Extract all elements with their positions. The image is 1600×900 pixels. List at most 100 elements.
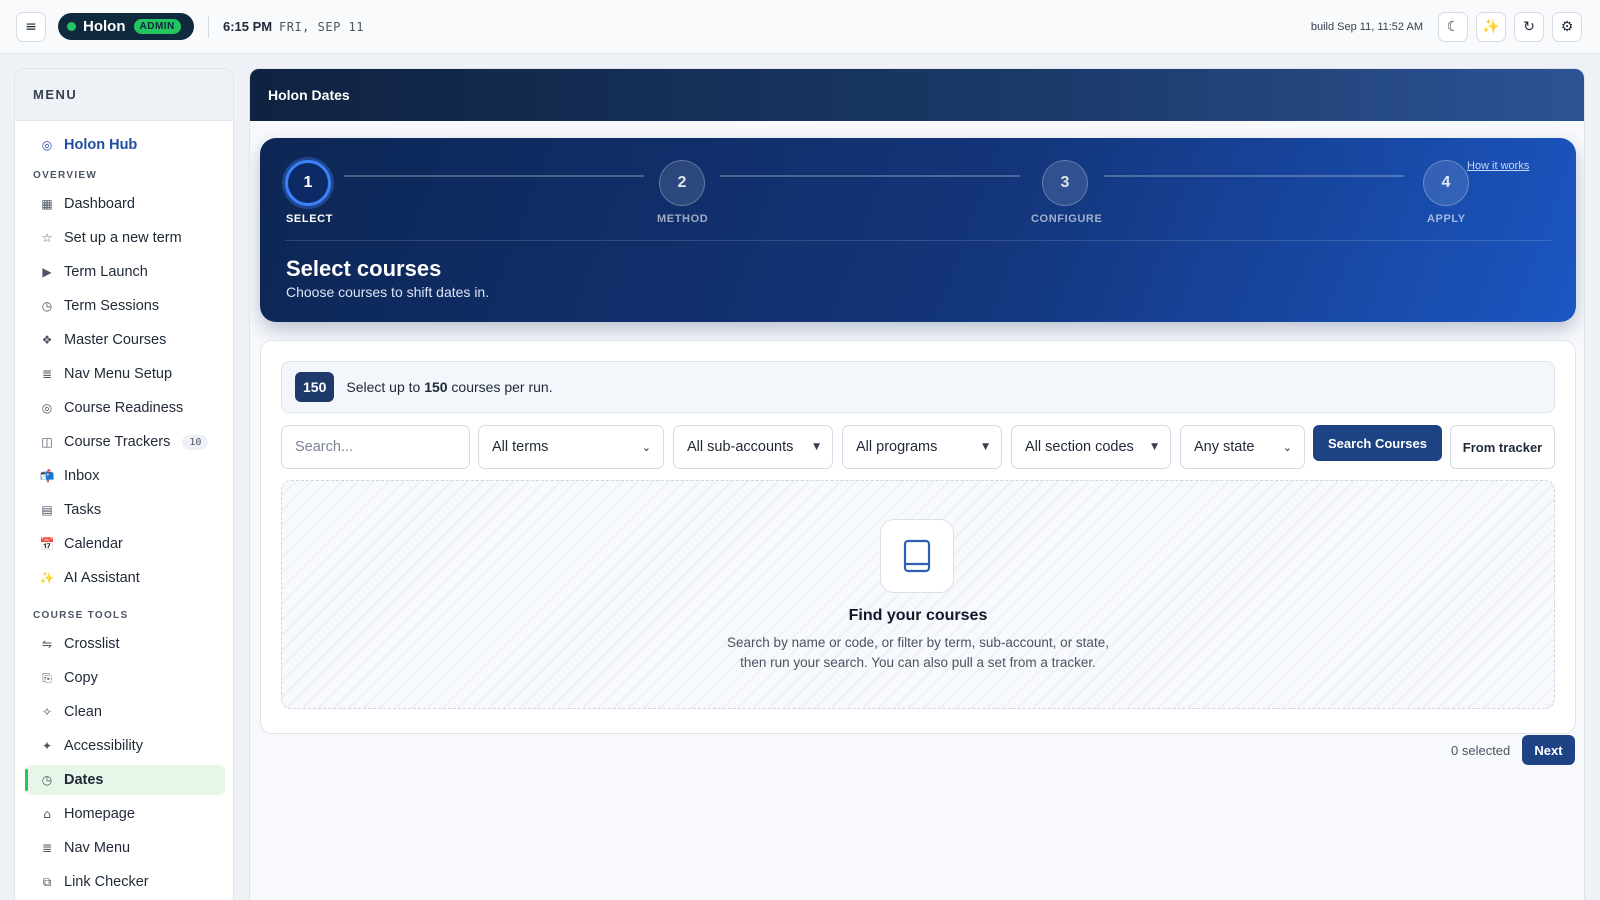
empty-state-title: Find your courses <box>848 607 988 624</box>
sidebar-item-label: Term Launch <box>64 264 148 280</box>
sidebar-item-clean[interactable]: ✧ Clean <box>25 697 225 727</box>
top-bar: ≡ Holon ADMIN 6:15 PM FRI, SEP 11 build … <box>0 0 1600 54</box>
settings-button[interactable]: ⚙ <box>1552 12 1582 42</box>
list-icon: ≣ <box>41 367 53 381</box>
refresh-icon: ↻ <box>1523 19 1535 35</box>
sidebar-item-label: Inbox <box>64 468 100 484</box>
sidebar-item-course-readiness[interactable]: ◎ Course Readiness <box>25 393 225 423</box>
sidebar-item-label: Dates <box>64 772 104 788</box>
sidebar-item-label: Master Courses <box>64 332 167 348</box>
link-icon: ⧉ <box>42 874 52 889</box>
step-3-circle[interactable]: 3 <box>1042 160 1088 206</box>
section-code-select[interactable]: All section codes ▼ <box>1011 425 1171 469</box>
hub-icon: ◎ <box>41 138 53 152</box>
subaccount-select-value: All sub-accounts <box>687 439 794 455</box>
sidebar-item-label: Dashboard <box>64 196 135 212</box>
sidebar-section-overview: OVERVIEW <box>33 170 98 181</box>
sidebar-item-inbox[interactable]: 📬 Inbox <box>25 461 225 491</box>
sidebar-item-nav-menu[interactable]: ≣ Nav Menu <box>25 833 225 863</box>
sidebar-item-holon-hub[interactable]: ◎ Holon Hub <box>25 130 225 160</box>
status-dot-icon <box>67 22 76 31</box>
wizard-stepper: 1 SELECT 2 METHOD 3 CONFIGURE 4 APPLY Ho… <box>260 138 1576 322</box>
clock-icon: ◷ <box>41 299 53 313</box>
sidebar-item-term-sessions[interactable]: ◷ Term Sessions <box>25 291 225 321</box>
sidebar-item-label: Course Trackers <box>64 434 171 450</box>
subaccount-select[interactable]: All sub-accounts ▼ <box>673 425 833 469</box>
brand-pill[interactable]: Holon ADMIN <box>58 13 194 40</box>
refresh-button[interactable]: ↻ <box>1514 12 1544 42</box>
sidebar-item-calendar[interactable]: 📅 Calendar <box>25 529 225 559</box>
theme-toggle-button[interactable]: ☾ <box>1438 12 1468 42</box>
clock-icon: ◷ <box>41 773 53 787</box>
sidebar-item-crosslist[interactable]: ⇋ Crosslist <box>25 629 225 659</box>
wizard-subtitle: Choose courses to shift dates in. <box>286 284 490 300</box>
sidebar-item-label: Holon Hub <box>64 137 138 153</box>
tasks-icon: ▤ <box>41 503 53 517</box>
book-icon <box>880 519 954 593</box>
sidebar-item-dates[interactable]: ◷ Dates <box>25 765 225 795</box>
accessibility-icon: ✦ <box>41 739 53 753</box>
limit-badge: 150 <box>295 372 335 402</box>
sidebar-item-link-checker[interactable]: ⧉ Link Checker <box>25 867 225 897</box>
empty-state: Find your courses Search by name or code… <box>281 480 1555 709</box>
sidebar-item-accessibility[interactable]: ✦ Accessibility <box>25 731 225 761</box>
state-select[interactable]: Any state ⌄ <box>1180 425 1305 469</box>
section-code-select-value: All section codes <box>1025 439 1134 455</box>
brand-name: Holon <box>83 18 126 35</box>
chevron-down-icon: ⌄ <box>641 440 651 454</box>
columns-icon: ◫ <box>41 435 53 449</box>
sidebar-item-master-courses[interactable]: ❖ Master Courses <box>25 325 225 355</box>
program-select-value: All programs <box>856 439 938 455</box>
sidebar-item-label: Accessibility <box>64 738 143 754</box>
play-icon: ▶ <box>42 265 52 279</box>
step-2-label: METHOD <box>657 213 709 225</box>
ai-button[interactable]: ✨ <box>1476 12 1506 42</box>
sidebar-item-copy[interactable]: ⎘ Copy <box>25 663 225 693</box>
step-4-circle[interactable]: 4 <box>1423 160 1469 206</box>
search-input[interactable]: Search... <box>281 425 470 469</box>
program-select[interactable]: All programs ▼ <box>842 425 1002 469</box>
gear-icon: ⚙ <box>1560 19 1574 35</box>
how-it-works-link[interactable]: How it works <box>1467 160 1529 172</box>
hamburger-menu-button[interactable]: ≡ <box>16 12 46 42</box>
step-1-circle[interactable]: 1 <box>285 160 331 206</box>
clock-time: 6:15 PM <box>223 19 273 34</box>
sidebar-item-term-launch[interactable]: ▶ Term Launch <box>25 257 225 287</box>
sidebar-item-tasks[interactable]: ▤ Tasks <box>25 495 225 525</box>
count-badge: 10 <box>182 434 209 450</box>
target-icon: ◎ <box>41 401 53 415</box>
sidebar-item-nav-menu-setup[interactable]: ≣ Nav Menu Setup <box>25 359 225 389</box>
hamburger-icon: ≡ <box>25 19 37 35</box>
from-tracker-button[interactable]: From tracker <box>1450 425 1555 469</box>
sidebar-item-label: Nav Menu <box>64 840 131 856</box>
main-panel: Holon Dates 1 SELECT 2 METHOD 3 CONFIGUR… <box>249 68 1585 900</box>
term-select[interactable]: All terms ⌄ <box>478 425 664 469</box>
caret-down-icon: ▼ <box>1151 442 1158 452</box>
dashboard-icon: ▦ <box>41 197 53 211</box>
home-icon: ⌂ <box>43 807 51 821</box>
role-badge: ADMIN <box>133 19 181 34</box>
page-title: Holon Dates <box>250 69 1584 121</box>
course-select-card: 150 Select up to 150 courses per run. Se… <box>260 340 1576 734</box>
step-2-circle[interactable]: 2 <box>659 160 705 206</box>
limit-notice: 150 Select up to 150 courses per run. <box>281 361 1555 413</box>
sidebar-item-course-trackers[interactable]: ◫ Course Trackers 10 <box>25 427 225 457</box>
search-courses-button[interactable]: Search Courses <box>1313 425 1442 461</box>
copy-icon: ⎘ <box>42 670 52 685</box>
sidebar-item-label: Tasks <box>64 502 102 518</box>
sidebar-item-setup-term[interactable]: ☆ Set up a new term <box>25 223 225 253</box>
sparkles-icon: ✨ <box>39 571 55 585</box>
next-button[interactable]: Next <box>1522 735 1575 765</box>
star-icon: ☆ <box>41 231 53 245</box>
sidebar-section-course-tools: COURSE TOOLS <box>33 610 129 621</box>
sidebar-item-ai-assistant[interactable]: ✨ AI Assistant <box>25 563 225 593</box>
sidebar-item-label: Set up a new term <box>64 230 182 246</box>
sidebar-item-dashboard[interactable]: ▦ Dashboard <box>25 189 225 219</box>
sidebar-item-homepage[interactable]: ⌂ Homepage <box>25 799 225 829</box>
selected-count: 0 selected <box>1451 743 1511 758</box>
sidebar: MENU ◎ Holon Hub OVERVIEW ▦ Dashboard ☆ … <box>14 68 234 900</box>
step-connector <box>720 175 1020 177</box>
caret-down-icon: ▼ <box>813 442 820 452</box>
wizard-title: Select courses <box>286 256 442 281</box>
sidebar-item-label: Course Readiness <box>64 400 184 416</box>
